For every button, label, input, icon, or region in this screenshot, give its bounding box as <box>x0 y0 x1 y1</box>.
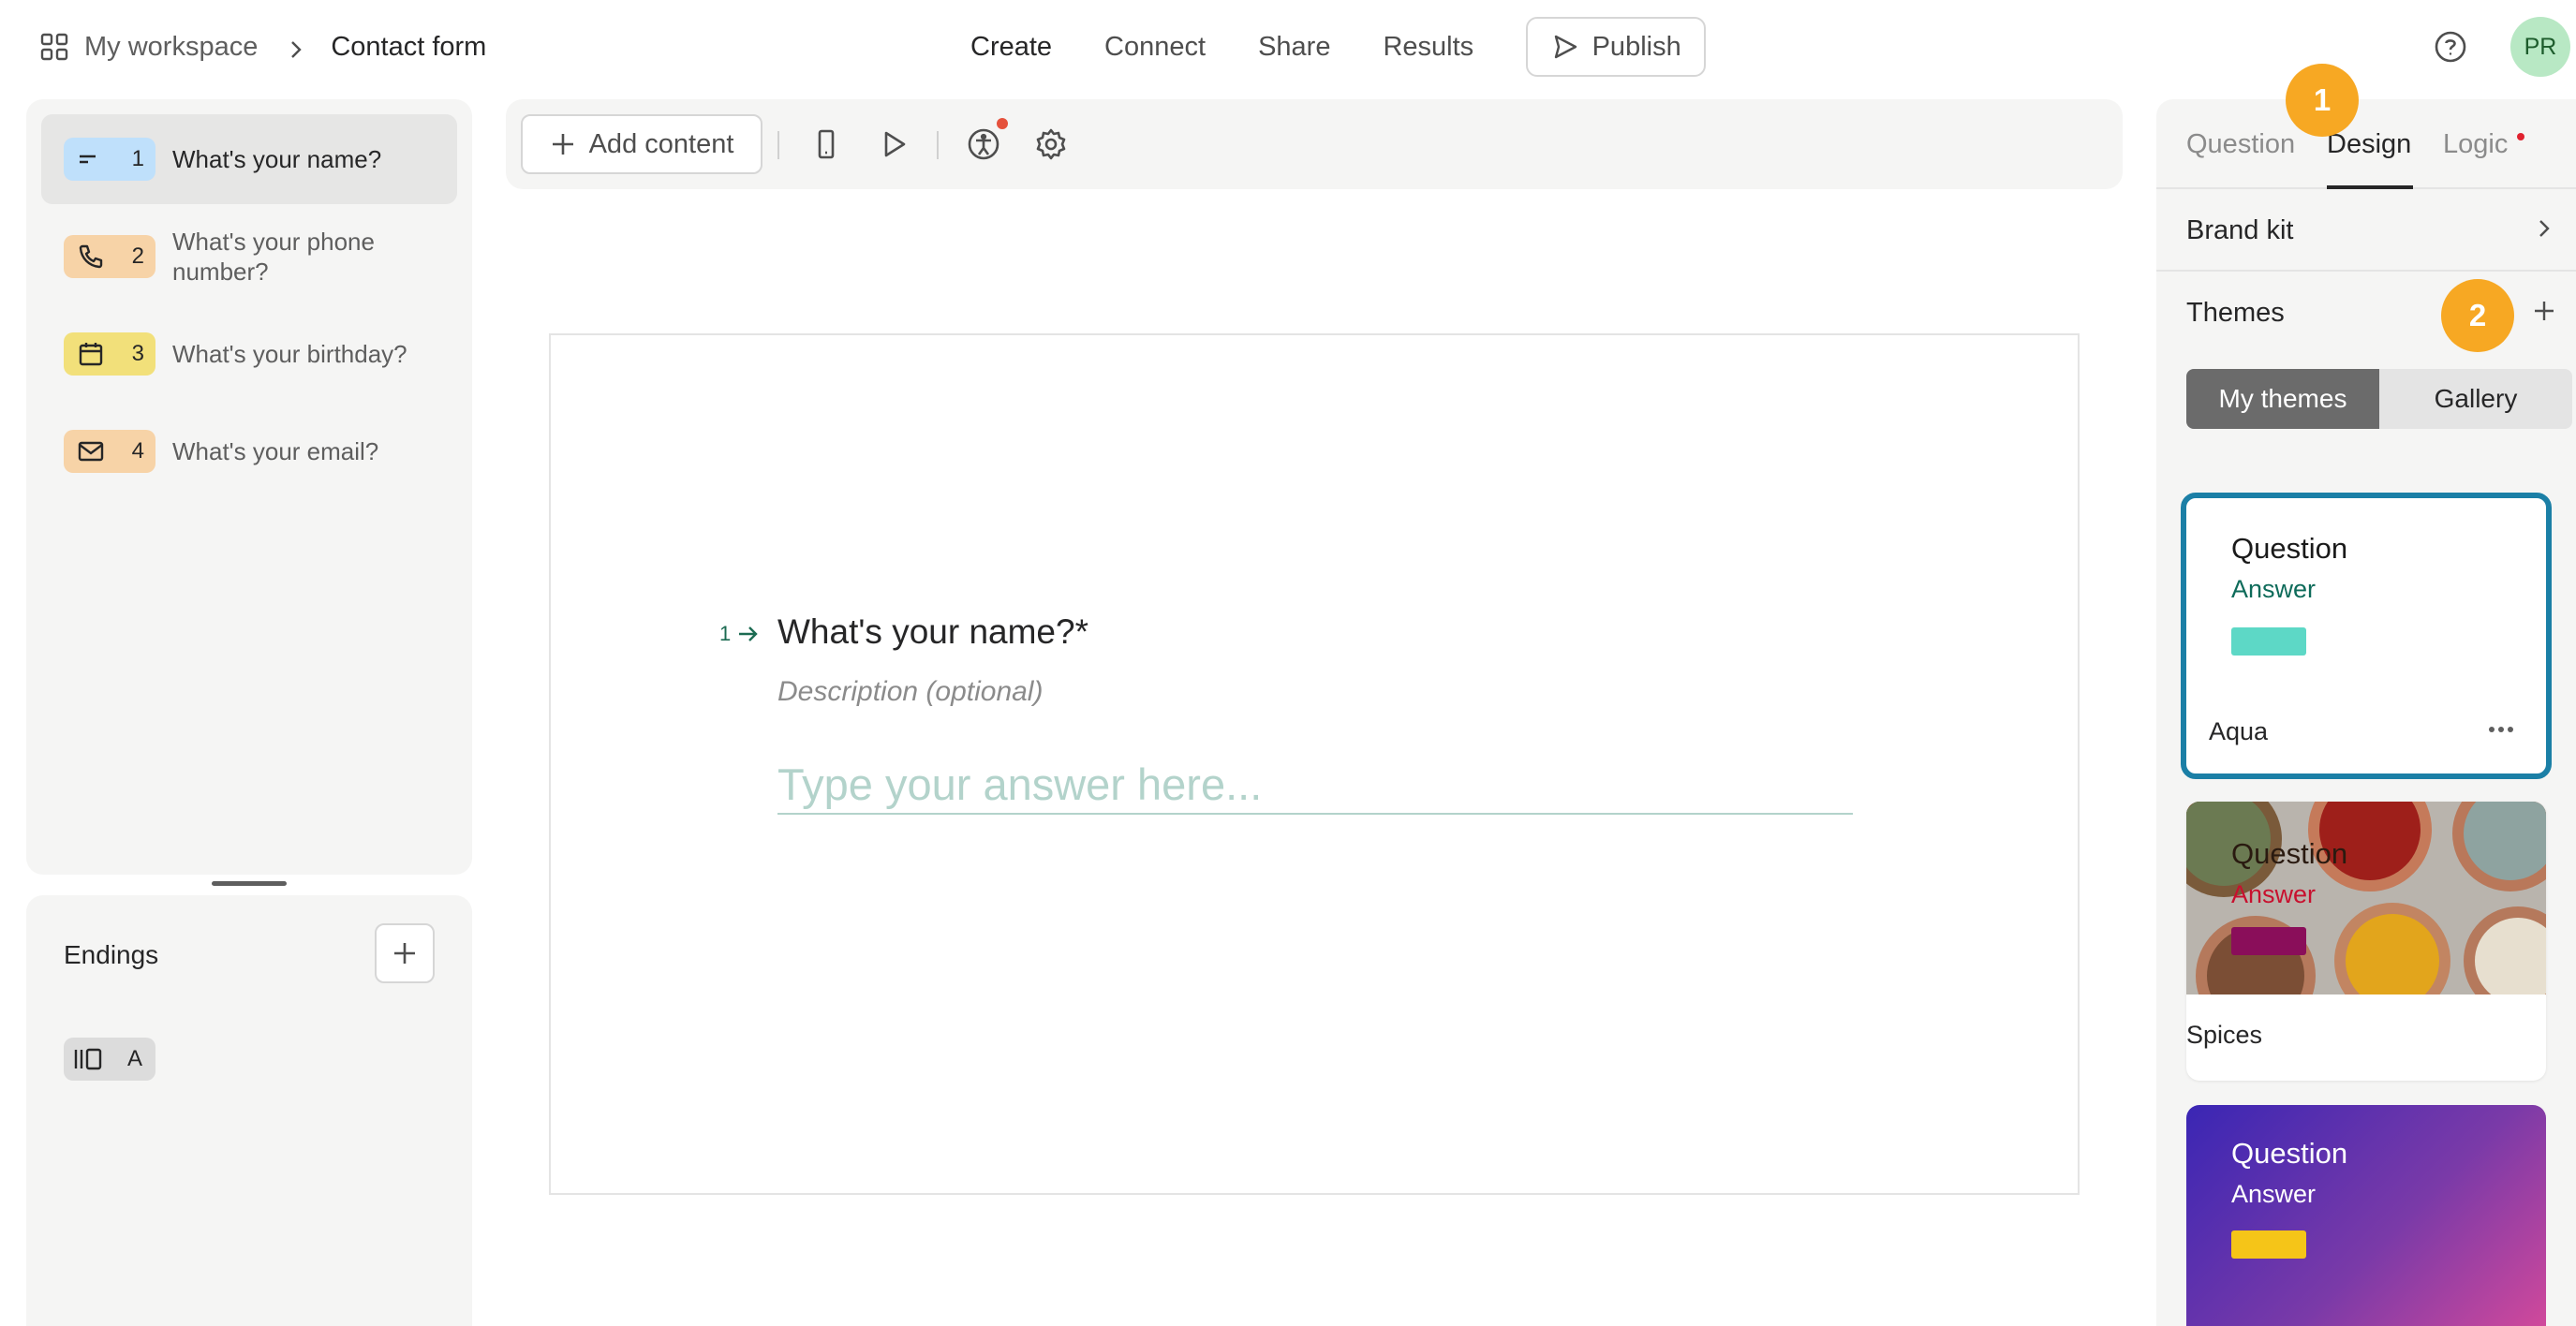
top-bar: My workspace Contact form Create Connect… <box>0 0 2576 94</box>
panel-tabs: Question Design Logic <box>2156 99 2576 189</box>
avatar[interactable]: PR <box>2510 17 2570 77</box>
theme-card-spices[interactable]: Question Answer Spices <box>2186 802 2546 1081</box>
question-label: What's your birthday? <box>172 340 407 368</box>
panel-resize-handle[interactable] <box>212 881 287 886</box>
logic-notification-dot <box>2517 133 2524 140</box>
theme-answer-sample: Answer <box>2231 1180 2317 1208</box>
step-marker-1: 1 <box>2286 64 2359 137</box>
add-theme-button[interactable] <box>2529 296 2559 326</box>
question-title[interactable]: What's your name?* <box>777 612 1088 652</box>
question-number: 1 <box>719 622 761 646</box>
chevron-right-icon <box>286 37 306 58</box>
breadcrumb-form-name[interactable]: Contact form <box>331 32 486 63</box>
editor-toolbar: Add content <box>506 99 2123 189</box>
segment-my-themes[interactable]: My themes <box>2186 369 2379 429</box>
notification-dot <box>997 118 1008 129</box>
arrow-right-icon <box>739 626 758 641</box>
theme-answer-sample: Answer <box>2231 575 2317 603</box>
endings-panel: Endings A <box>26 895 472 1326</box>
brand-kit-row[interactable]: Brand kit <box>2156 189 2576 272</box>
theme-card-gradient[interactable]: Question Answer <box>2186 1105 2546 1326</box>
answer-input[interactable]: Type your answer here... <box>777 759 1853 815</box>
theme-card-aqua[interactable]: Question Answer Aqua <box>2181 493 2552 779</box>
breadcrumb: My workspace Contact form <box>39 26 486 67</box>
nav-create[interactable]: Create <box>970 32 1052 63</box>
add-content-button[interactable]: Add content <box>521 114 762 174</box>
question-badge: 3 <box>64 332 155 376</box>
question-item-2[interactable]: 2 What's your phone number? <box>41 212 457 302</box>
question-label: What's your email? <box>172 437 379 465</box>
publish-button[interactable]: Publish <box>1526 17 1707 77</box>
short-text-icon <box>80 155 96 164</box>
tab-question[interactable]: Question <box>2186 129 2295 160</box>
theme-question-sample: Question <box>2231 1137 2348 1170</box>
ending-icon <box>74 1048 102 1070</box>
ending-item-a[interactable]: A <box>64 1038 155 1081</box>
add-ending-button[interactable] <box>375 923 435 983</box>
nav-connect[interactable]: Connect <box>1104 32 1206 63</box>
phone-icon <box>79 244 103 269</box>
tab-logic[interactable]: Logic <box>2443 129 2508 160</box>
questions-panel: 1 What's your name? 2 What's your phone … <box>26 99 472 875</box>
plus-icon <box>2535 302 2554 320</box>
nav-results[interactable]: Results <box>1383 32 1473 63</box>
grid-icon[interactable] <box>39 32 69 62</box>
more-options-icon[interactable] <box>2482 715 2520 748</box>
nav-share[interactable]: Share <box>1258 32 1330 63</box>
endings-title: Endings <box>64 940 159 969</box>
question-item-3[interactable]: 3 What's your birthday? <box>41 309 457 399</box>
play-icon[interactable] <box>875 125 912 163</box>
step-marker-2: 2 <box>2441 279 2514 352</box>
theme-button-swatch <box>2231 927 2306 955</box>
question-badge: 2 <box>64 235 155 278</box>
question-label: What's your name? <box>172 145 382 173</box>
theme-name: Spices <box>2186 1021 2263 1049</box>
theme-question-sample: Question <box>2231 837 2348 870</box>
question-item-4[interactable]: 4 What's your email? <box>41 406 457 496</box>
theme-button-swatch <box>2231 627 2306 656</box>
toolbar-divider <box>777 131 779 159</box>
question-label: What's your phone number? <box>172 228 375 286</box>
plus-icon <box>394 943 415 964</box>
theme-button-swatch <box>2231 1230 2306 1259</box>
chevron-right-icon <box>2529 214 2559 243</box>
publish-label: Publish <box>1591 31 1681 62</box>
main-nav: Create Connect Share Results Publish <box>970 17 1707 77</box>
question-description[interactable]: Description (optional) <box>777 676 1043 708</box>
accessibility-icon[interactable] <box>965 125 1002 163</box>
plus-icon <box>552 134 573 155</box>
settings-icon[interactable] <box>1032 125 1070 163</box>
send-icon <box>1554 35 1577 59</box>
design-panel: Question Design Logic Brand kit Themes M… <box>2156 99 2576 1326</box>
help-icon[interactable] <box>2432 28 2469 66</box>
calendar-icon <box>79 343 103 366</box>
theme-name: Aqua <box>2209 717 2269 745</box>
envelope-icon <box>78 441 104 462</box>
question-item-1[interactable]: 1 What's your name? <box>41 114 457 204</box>
form-preview-canvas: 1 What's your name?* Description (option… <box>549 333 2080 1195</box>
toolbar-divider <box>937 131 939 159</box>
question-badge: 1 <box>64 138 155 181</box>
tab-design[interactable]: Design <box>2327 129 2411 160</box>
question-badge: 4 <box>64 430 155 473</box>
breadcrumb-workspace[interactable]: My workspace <box>84 32 258 63</box>
theme-answer-sample: Answer <box>2231 880 2317 908</box>
mobile-preview-icon[interactable] <box>807 125 845 163</box>
themes-segmented-control: My themes Gallery <box>2186 369 2572 429</box>
theme-question-sample: Question <box>2231 532 2348 565</box>
segment-gallery[interactable]: Gallery <box>2379 369 2572 429</box>
